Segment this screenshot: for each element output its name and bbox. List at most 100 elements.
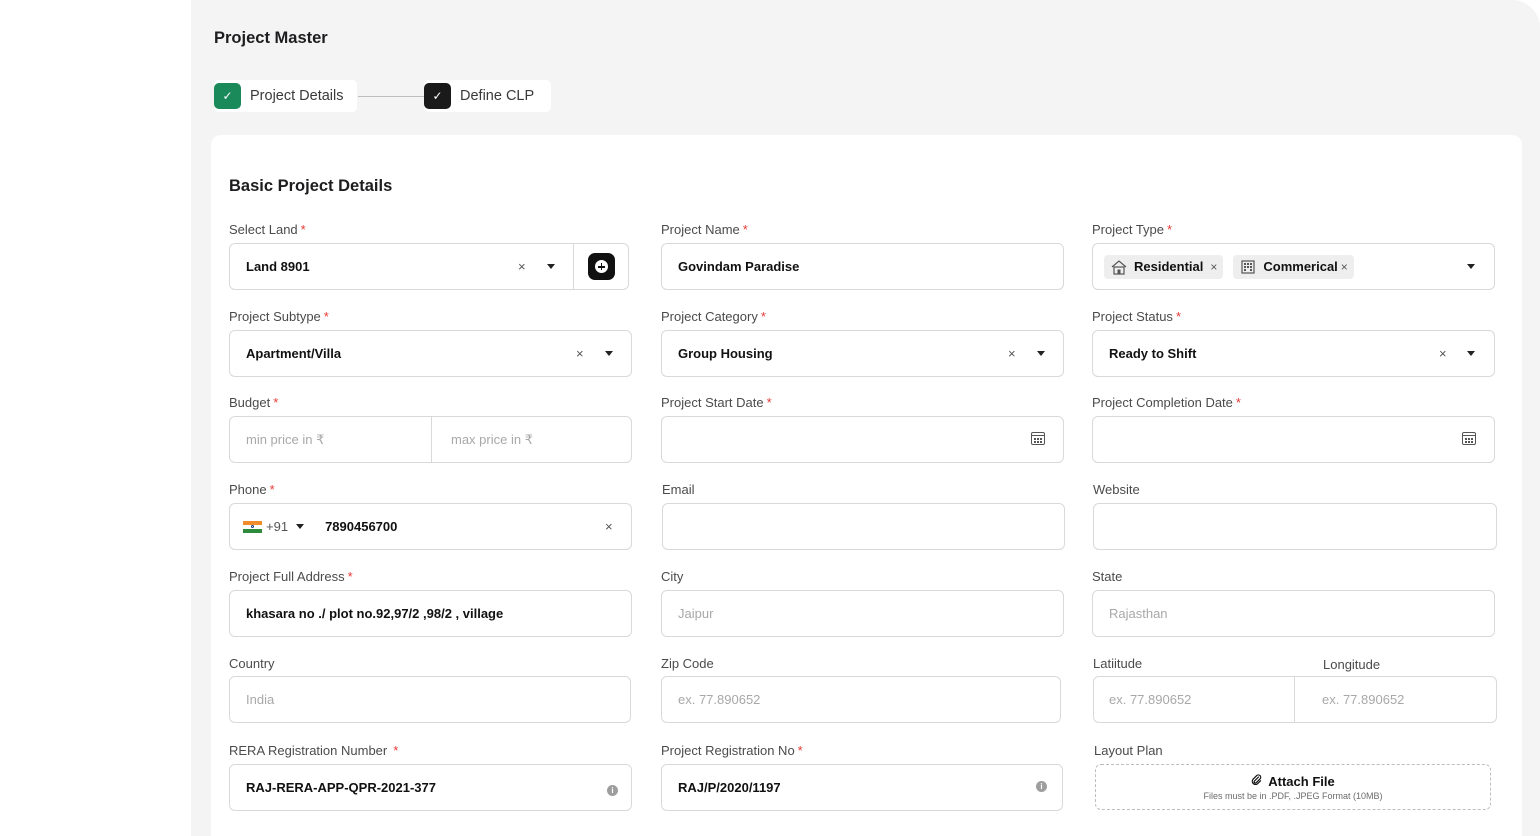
info-icon[interactable]: i [1036, 781, 1047, 792]
project-category-label: Project Category * [661, 309, 766, 324]
info-icon[interactable]: i [607, 785, 618, 796]
latitude-input[interactable]: ex. 77.890652 [1094, 677, 1295, 722]
calendar-icon[interactable] [1031, 432, 1045, 445]
select-land-value: Land 8901 [246, 259, 310, 274]
project-type-multiselect[interactable]: Residential × Commerical × [1092, 243, 1495, 290]
sidebar [0, 0, 191, 836]
check-icon: ✓ [424, 83, 451, 109]
clear-icon[interactable]: × [1008, 346, 1016, 361]
budget-label: Budget * [229, 395, 279, 410]
plus-icon [595, 260, 608, 273]
india-flag-icon [243, 520, 262, 533]
start-date-label: Project Start Date * [661, 395, 772, 410]
zip-label: Zip Code [661, 656, 714, 671]
project-status-dropdown[interactable]: Ready to Shift [1092, 330, 1495, 377]
form-card [211, 135, 1522, 836]
website-input[interactable] [1093, 503, 1497, 550]
registration-no-label: Project Registration No * [661, 743, 803, 758]
longitude-label: Longitude [1323, 657, 1381, 672]
project-name-label: Project Name * [661, 222, 748, 237]
chevron-down-icon[interactable] [605, 351, 613, 356]
attach-file-dropzone[interactable]: Attach File Files must be in .PDF, .JPEG… [1095, 764, 1491, 810]
project-name-value: Govindam Paradise [678, 259, 800, 274]
state-placeholder: Rajasthan [1109, 606, 1168, 621]
project-name-input[interactable]: Govindam Paradise [661, 243, 1064, 290]
building-icon [1239, 259, 1257, 275]
attach-file-label: Attach File [1268, 773, 1335, 789]
longitude-input[interactable]: ex. 77.890652 [1295, 677, 1496, 722]
website-label: Website [1093, 482, 1140, 497]
clear-icon[interactable]: × [518, 259, 526, 274]
chevron-down-icon [296, 524, 305, 529]
chevron-down-icon[interactable] [1467, 264, 1475, 269]
latitude-label: Latiitude [1093, 656, 1143, 671]
address-label: Project Full Address * [229, 569, 353, 584]
chevron-down-icon[interactable] [1037, 351, 1045, 356]
budget-max-placeholder: max price in ₹ [451, 431, 533, 447]
select-land-dropdown[interactable]: Land 8901 [229, 243, 629, 290]
country-placeholder: India [246, 692, 275, 707]
email-input[interactable] [662, 503, 1065, 550]
step-project-details[interactable]: ✓ Project Details [214, 80, 357, 112]
paperclip-icon [1251, 774, 1262, 788]
email-label: Email [662, 482, 695, 497]
clear-icon[interactable]: × [605, 519, 613, 534]
chip-commercial[interactable]: Commerical × [1233, 254, 1354, 279]
completion-date-label: Project Completion Date * [1092, 395, 1241, 410]
attach-file-hint: Files must be in .PDF, .JPEG Format (10M… [1203, 790, 1383, 801]
divider [573, 244, 574, 289]
rera-value: RAJ-RERA-APP-QPR-2021-377 [246, 780, 436, 795]
attach-file-button[interactable]: Attach File [1251, 773, 1335, 789]
phone-input[interactable]: +91 7890456700 [229, 503, 632, 550]
layout-plan-label: Layout Plan [1094, 743, 1163, 758]
remove-chip-icon[interactable]: × [1210, 260, 1217, 274]
budget-max-input[interactable]: max price in ₹ [432, 417, 631, 462]
select-land-label: Select Land * [229, 222, 306, 237]
chevron-down-icon[interactable] [547, 264, 555, 269]
phone-label: Phone * [229, 482, 275, 497]
country-input[interactable]: India [229, 676, 631, 723]
project-status-label: Project Status * [1092, 309, 1181, 324]
project-subtype-dropdown[interactable]: Apartment/Villa [229, 330, 632, 377]
country-code-select[interactable]: +91 [243, 519, 305, 534]
remove-chip-icon[interactable]: × [1341, 260, 1348, 274]
chip-label: Commerical [1263, 259, 1338, 274]
start-date-input[interactable] [661, 416, 1064, 463]
section-title: Basic Project Details [229, 177, 393, 195]
longitude-placeholder: ex. 77.890652 [1322, 692, 1405, 707]
chip-label: Residential [1134, 259, 1204, 274]
calendar-icon[interactable] [1462, 432, 1476, 445]
project-status-value: Ready to Shift [1109, 346, 1197, 361]
zip-placeholder: ex. 77.890652 [678, 692, 761, 707]
check-icon: ✓ [214, 83, 241, 109]
step-define-clp[interactable]: ✓ Define CLP [424, 80, 551, 112]
registration-no-value: RAJ/P/2020/1197 [678, 780, 781, 795]
project-subtype-value: Apartment/Villa [246, 346, 342, 361]
clear-icon[interactable]: × [1439, 346, 1447, 361]
coordinates-group: ex. 77.890652 ex. 77.890652 [1093, 676, 1497, 723]
address-value: khasara no ./ plot no.92,97/2 ,98/2 , vi… [246, 606, 504, 621]
chip-residential[interactable]: Residential × [1104, 254, 1224, 279]
step-label: Define CLP [460, 88, 535, 104]
project-category-value: Group Housing [678, 346, 773, 361]
clear-icon[interactable]: × [576, 346, 584, 361]
add-land-button[interactable] [588, 253, 615, 280]
country-label: Country [229, 656, 275, 671]
completion-date-input[interactable] [1092, 416, 1495, 463]
registration-no-input[interactable]: RAJ/P/2020/1197 [661, 764, 1063, 811]
phone-value: 7890456700 [325, 519, 398, 534]
zip-input[interactable]: ex. 77.890652 [661, 676, 1061, 723]
rera-input[interactable]: RAJ-RERA-APP-QPR-2021-377 [229, 764, 632, 811]
project-type-label: Project Type * [1092, 222, 1173, 237]
state-input[interactable]: Rajasthan [1092, 590, 1495, 637]
city-label: City [661, 569, 684, 584]
budget-range: min price in ₹ max price in ₹ [229, 416, 632, 463]
budget-min-input[interactable]: min price in ₹ [230, 417, 432, 462]
state-label: State [1092, 569, 1123, 584]
project-category-dropdown[interactable]: Group Housing [661, 330, 1064, 377]
rera-label: RERA Registration Number * [229, 743, 399, 758]
country-code: +91 [266, 519, 289, 534]
address-input[interactable]: khasara no ./ plot no.92,97/2 ,98/2 , vi… [229, 590, 632, 637]
chevron-down-icon[interactable] [1467, 351, 1475, 356]
city-input[interactable]: Jaipur [661, 590, 1064, 637]
